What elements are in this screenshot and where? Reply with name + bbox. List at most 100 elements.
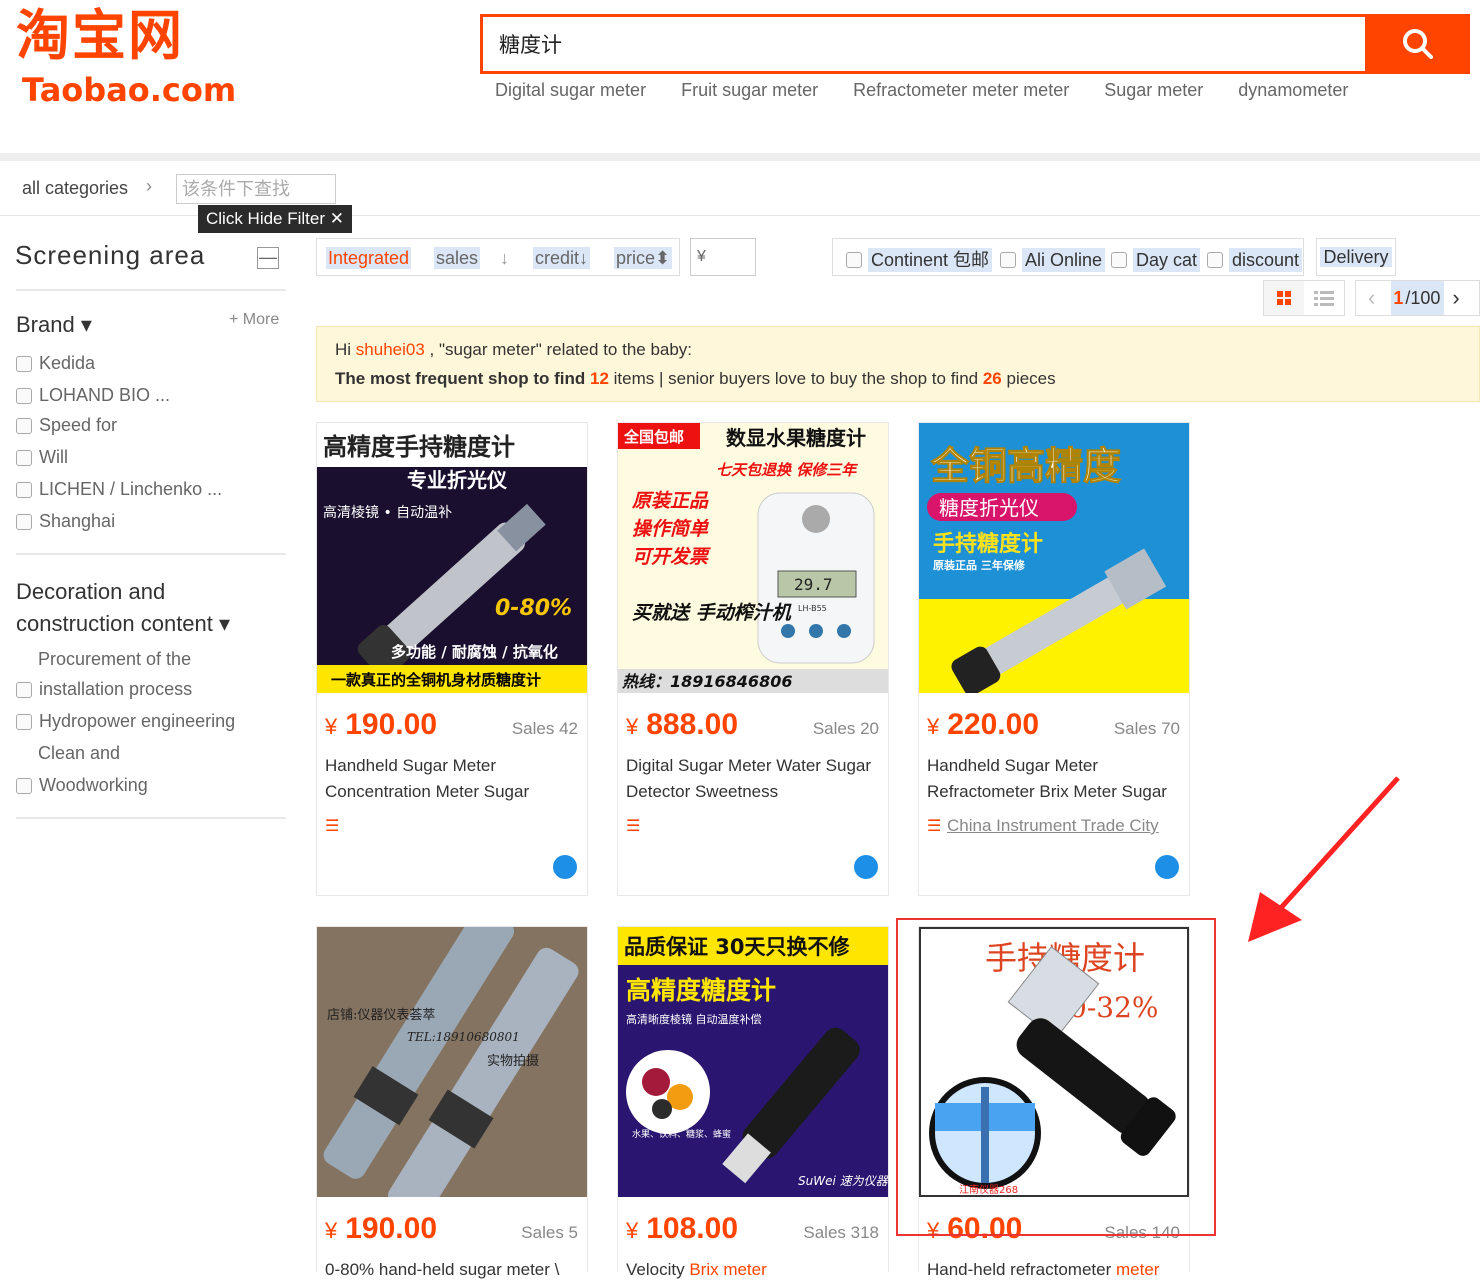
hotword[interactable]: Sugar meter: [1104, 80, 1203, 100]
product-title[interactable]: Handheld Sugar Meter Refractometer Brix …: [927, 753, 1185, 805]
product-title-text: Velocity Brix meter: [626, 1260, 767, 1279]
banner-username[interactable]: shuhei03: [356, 340, 425, 359]
brand-label: Will: [39, 447, 68, 467]
checkbox[interactable]: [16, 713, 32, 730]
brand-option[interactable]: LOHAND BIO ...: [16, 385, 170, 406]
shop-icon[interactable]: ☰: [626, 816, 640, 836]
filter-discount[interactable]: discount: [1207, 248, 1303, 272]
shop-link[interactable]: China Instrument Trade City: [947, 816, 1159, 836]
list-view-button[interactable]: [1304, 281, 1344, 315]
filter-tmall[interactable]: Day cat: [1111, 248, 1201, 272]
shop-icon[interactable]: ☰: [927, 816, 941, 836]
brand-label: LOHAND BIO ...: [39, 385, 171, 405]
hotword[interactable]: dynamometer: [1238, 80, 1348, 100]
decoration-option[interactable]: Woodworking: [16, 775, 148, 796]
product-title[interactable]: Digital Sugar Meter Water Sugar Detector…: [626, 753, 884, 805]
decoration-label: Woodworking: [39, 775, 148, 795]
prev-page-icon[interactable]: ‹: [1368, 281, 1375, 315]
product-image[interactable]: 店铺:仪器仪表荟萃 TEL:18910680801 实物拍摄: [317, 927, 587, 1197]
brand-option[interactable]: LICHEN / Linchenko ...: [16, 479, 222, 500]
image-gift: 买就送 手动榨汁机: [632, 602, 793, 624]
decoration-title-line: Decoration and: [16, 579, 166, 604]
brand-filter-title[interactable]: Brand ▾: [16, 312, 92, 338]
checkbox[interactable]: [1000, 252, 1016, 268]
product-image[interactable]: 品质保证 30天只换不修 高精度糖度计 高清晰度棱镜 自动温度补偿 水果、饮料、…: [618, 927, 888, 1197]
collapse-button[interactable]: —: [257, 247, 279, 269]
wangwang-chat-icon[interactable]: [553, 855, 577, 879]
checkbox[interactable]: [16, 681, 32, 698]
checkbox[interactable]: [1207, 252, 1223, 268]
product-title[interactable]: Handheld Sugar Meter Concentration Meter…: [325, 753, 583, 805]
grid-view-button[interactable]: [1264, 281, 1304, 315]
product-image-art: 店铺:仪器仪表荟萃 TEL:18910680801 实物拍摄: [317, 927, 587, 1197]
banner-line-2[interactable]: The most frequent shop to find 12 items …: [335, 369, 1056, 389]
brand-option[interactable]: Speed for: [16, 415, 117, 436]
decoration-filter-title[interactable]: Decoration and construction content ▾: [16, 576, 230, 640]
filter-search-input[interactable]: 该条件下查找: [176, 174, 336, 204]
taobao-logo-en[interactable]: Taobao.com: [22, 70, 236, 110]
filter-free-shipping[interactable]: Continent 包邮: [846, 248, 993, 272]
hotword[interactable]: Fruit sugar meter: [681, 80, 818, 100]
brand-option[interactable]: Kedida: [16, 353, 95, 374]
sort-integrated[interactable]: Integrated: [326, 247, 412, 269]
banner-line-1: Hi shuhei03 , "sugar meter" related to t…: [335, 340, 692, 360]
taobao-logo-cn[interactable]: 淘宝网: [16, 4, 184, 68]
wangwang-chat-icon[interactable]: [854, 855, 878, 879]
search-icon: [1403, 29, 1433, 59]
decoration-label: installation process: [39, 679, 193, 699]
brand-option[interactable]: Shanghai: [16, 511, 115, 532]
product-card[interactable]: 全铜高精度 糖度折光仪 手持糖度计 原装正品 三年保修 ¥220.00 Sale…: [918, 422, 1190, 896]
wangwang-chat-icon[interactable]: [1155, 855, 1179, 879]
checkbox[interactable]: [16, 513, 32, 530]
image-brand: SuWei 速为仪器: [798, 1174, 888, 1188]
checkbox[interactable]: [16, 481, 32, 498]
product-image[interactable]: 高精度手持糖度计 专业折光仪 高清棱镜 • 自动温补 0-80% 多功能 / 耐…: [317, 423, 587, 693]
product-image[interactable]: 全铜高精度 糖度折光仪 手持糖度计 原装正品 三年保修: [919, 423, 1189, 693]
decoration-option[interactable]: installation process: [16, 679, 192, 700]
product-title[interactable]: Velocity Brix meter: [626, 1257, 884, 1283]
grid-icon: [1277, 291, 1291, 305]
checkbox[interactable]: [16, 355, 32, 372]
sort-price[interactable]: price⬍: [614, 247, 673, 269]
divider: [16, 289, 286, 291]
chevron-right-icon: ›: [146, 176, 152, 196]
sort-credit[interactable]: credit↓: [533, 247, 591, 269]
banner-text: The most frequent shop to find: [335, 369, 586, 388]
delivery-dropdown[interactable]: Delivery: [1316, 238, 1396, 276]
image-note: 原装正品 三年保修: [933, 558, 1026, 572]
more-brands-link[interactable]: + More: [229, 311, 279, 329]
checkbox[interactable]: [1111, 252, 1127, 268]
pager: ‹ 1 /100 ›: [1355, 280, 1480, 316]
search-button[interactable]: [1366, 14, 1470, 74]
checkbox[interactable]: [846, 252, 862, 268]
product-card[interactable]: 全国包邮 数显水果糖度计 七天包退换 保修三年 原装正品 操作简单 可开发票 2…: [617, 422, 889, 896]
next-page-icon[interactable]: ›: [1452, 281, 1459, 315]
product-sales: Sales 20: [812, 719, 879, 738]
price-from-input[interactable]: ¥: [690, 238, 756, 276]
filter-ali-online[interactable]: Ali Online: [1000, 248, 1106, 272]
shop-icon[interactable]: ☰: [325, 816, 339, 836]
sort-sales[interactable]: sales: [434, 247, 481, 269]
decoration-option[interactable]: Hydropower engineering: [16, 711, 235, 732]
brand-option[interactable]: Will: [16, 447, 68, 468]
checkbox[interactable]: [16, 387, 32, 404]
yen-sign: ¥: [325, 1218, 338, 1243]
product-card[interactable]: 店铺:仪器仪表荟萃 TEL:18910680801 实物拍摄 ¥190.00 S…: [316, 926, 588, 1279]
search-box[interactable]: [480, 14, 1368, 74]
checkbox[interactable]: [16, 777, 32, 794]
current-page: 1: [1391, 281, 1406, 315]
divider: [16, 817, 286, 819]
product-card[interactable]: 高精度手持糖度计 专业折光仪 高清棱镜 • 自动温补 0-80% 多功能 / 耐…: [316, 422, 588, 896]
product-card[interactable]: 品质保证 30天只换不修 高精度糖度计 高清晰度棱镜 自动温度补偿 水果、饮料、…: [617, 926, 889, 1279]
checkbox[interactable]: [16, 449, 32, 466]
product-image[interactable]: 全国包邮 数显水果糖度计 七天包退换 保修三年 原装正品 操作简单 可开发票 2…: [618, 423, 888, 693]
product-title[interactable]: Hand-held refractometer meter: [927, 1257, 1185, 1283]
hide-filter-tooltip[interactable]: Click Hide Filter ✕: [198, 205, 352, 233]
breadcrumb-all-categories[interactable]: all categories: [22, 178, 128, 199]
search-input[interactable]: [497, 17, 1341, 73]
image-hotline: 热线：18916846806: [621, 672, 792, 691]
hotword[interactable]: Refractometer meter meter: [853, 80, 1069, 100]
checkbox[interactable]: [16, 417, 32, 434]
hotword[interactable]: Digital sugar meter: [495, 80, 646, 100]
product-title[interactable]: 0-80% hand-held sugar meter \: [325, 1257, 583, 1283]
